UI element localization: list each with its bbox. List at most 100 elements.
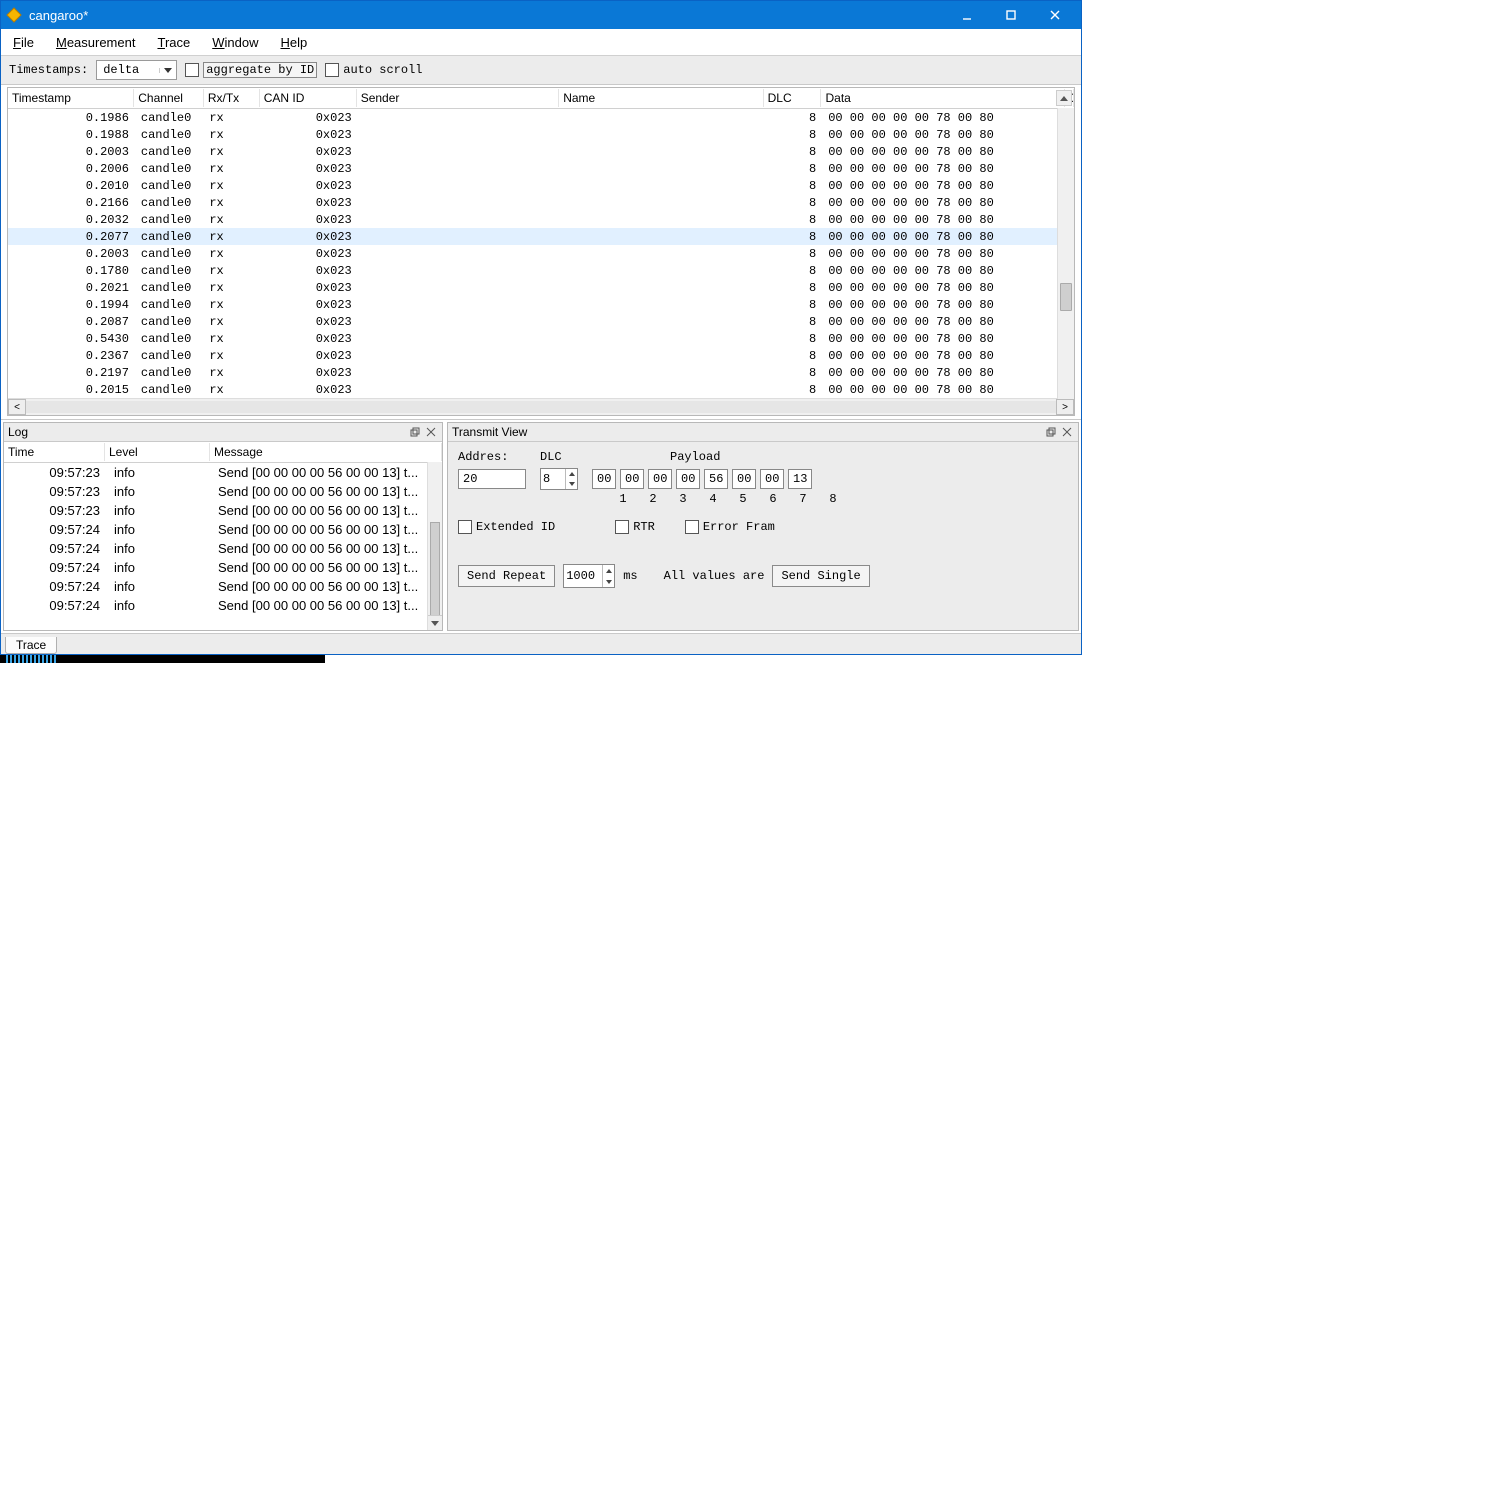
- trace-vscrollbar[interactable]: [1057, 108, 1074, 399]
- address-input[interactable]: [458, 469, 526, 489]
- autoscroll-checkbox[interactable]: auto scroll: [325, 63, 422, 77]
- aggregate-checkbox[interactable]: aggregate by ID: [185, 62, 317, 78]
- menu-window[interactable]: Window: [208, 33, 262, 52]
- table-row[interactable]: 0.2087candle0rx0x023800 00 00 00 00 78 0…: [8, 313, 1074, 330]
- error-frame-checkbox[interactable]: Error Fram: [685, 520, 775, 534]
- scroll-left-icon[interactable]: <: [8, 399, 26, 415]
- payload-byte-5[interactable]: [704, 469, 728, 489]
- table-row[interactable]: 0.1988candle0rx0x023800 00 00 00 00 78 0…: [8, 126, 1074, 143]
- col-rxtx[interactable]: Rx/Tx: [204, 89, 260, 107]
- timestamps-combo[interactable]: delta: [96, 60, 177, 80]
- list-item[interactable]: 09:57:23infoSend [00 00 00 00 56 00 00 1…: [4, 463, 442, 482]
- step-up-icon[interactable]: [602, 565, 614, 576]
- col-timestamp[interactable]: Timestamp: [8, 89, 134, 107]
- checkbox-icon: [685, 520, 699, 534]
- table-row[interactable]: 0.2021candle0rx0x023800 00 00 00 00 78 0…: [8, 279, 1074, 296]
- payload-byte-1[interactable]: [592, 469, 616, 489]
- bottom-tab-bar: Trace: [1, 633, 1081, 654]
- list-item[interactable]: 09:57:24infoSend [00 00 00 00 56 00 00 1…: [4, 577, 442, 596]
- menu-file[interactable]: File: [9, 33, 38, 52]
- table-row[interactable]: 0.2006candle0rx0x023800 00 00 00 00 78 0…: [8, 160, 1074, 177]
- step-up-icon[interactable]: [565, 469, 577, 479]
- col-data[interactable]: Data: [821, 89, 1065, 107]
- list-item[interactable]: 09:57:24infoSend [00 00 00 00 56 00 00 1…: [4, 596, 442, 615]
- list-item[interactable]: 09:57:24infoSend [00 00 00 00 56 00 00 1…: [4, 520, 442, 539]
- extended-id-checkbox[interactable]: Extended ID: [458, 520, 555, 534]
- close-icon[interactable]: [1060, 425, 1074, 439]
- address-label: Addres:: [458, 450, 540, 464]
- rtr-checkbox[interactable]: RTR: [615, 520, 655, 534]
- table-row[interactable]: 0.2032candle0rx0x023800 00 00 00 00 78 0…: [8, 211, 1074, 228]
- chevron-down-icon: [159, 68, 176, 73]
- step-down-icon[interactable]: [602, 576, 614, 587]
- table-row[interactable]: 0.5430candle0rx0x023800 00 00 00 00 78 0…: [8, 330, 1074, 347]
- scrollbar-track[interactable]: [26, 401, 1056, 413]
- table-row[interactable]: 0.2015candle0rx0x023800 00 00 00 00 78 0…: [8, 381, 1074, 398]
- menu-help[interactable]: Help: [276, 33, 311, 52]
- table-row[interactable]: 0.2010candle0rx0x023800 00 00 00 00 78 0…: [8, 177, 1074, 194]
- repeat-ms-stepper[interactable]: [563, 564, 615, 588]
- col-level[interactable]: Level: [105, 443, 210, 461]
- dlc-stepper[interactable]: [540, 468, 578, 490]
- log-vscrollbar[interactable]: [427, 462, 442, 630]
- payload-label: Payload: [670, 450, 720, 464]
- col-time[interactable]: Time: [4, 443, 105, 461]
- scroll-up-icon[interactable]: [1056, 90, 1072, 106]
- close-icon[interactable]: [424, 425, 438, 439]
- payload-byte-4[interactable]: [676, 469, 700, 489]
- trace-header: Timestamp Channel Rx/Tx CAN ID Sender Na…: [8, 88, 1074, 109]
- trace-hscrollbar[interactable]: < >: [8, 398, 1074, 415]
- send-single-button[interactable]: Send Single: [772, 565, 869, 587]
- checkbox-icon: [325, 63, 339, 77]
- trace-body: 0.1986candle0rx0x023800 00 00 00 00 78 0…: [8, 109, 1074, 398]
- dlc-input[interactable]: [541, 469, 565, 489]
- col-dlc[interactable]: DLC: [764, 89, 822, 107]
- close-button[interactable]: [1033, 1, 1077, 29]
- maximize-button[interactable]: [989, 1, 1033, 29]
- step-down-icon[interactable]: [565, 479, 577, 489]
- aggregate-label: aggregate by ID: [203, 62, 317, 78]
- col-message[interactable]: Message: [210, 443, 442, 461]
- table-row[interactable]: 0.2166candle0rx0x023800 00 00 00 00 78 0…: [8, 194, 1074, 211]
- table-row[interactable]: 0.2077candle0rx0x023800 00 00 00 00 78 0…: [8, 228, 1074, 245]
- timestamps-label: Timestamps:: [9, 63, 88, 77]
- table-row[interactable]: 0.1994candle0rx0x023800 00 00 00 00 78 0…: [8, 296, 1074, 313]
- scrollbar-thumb[interactable]: [430, 522, 440, 622]
- col-canid[interactable]: CAN ID: [260, 89, 357, 107]
- menu-measurement[interactable]: Measurement: [52, 33, 140, 52]
- scroll-right-icon[interactable]: >: [1056, 399, 1074, 415]
- send-repeat-button[interactable]: Send Repeat: [458, 565, 555, 587]
- menu-bar: File Measurement Trace Window Help: [1, 29, 1081, 56]
- list-item[interactable]: 09:57:23infoSend [00 00 00 00 56 00 00 1…: [4, 482, 442, 501]
- bottom-split: Log Time Level Message 09:57:23infoSend …: [1, 419, 1081, 633]
- col-sender[interactable]: Sender: [357, 89, 559, 107]
- payload-byte-2[interactable]: [620, 469, 644, 489]
- table-row[interactable]: 0.1780candle0rx0x023800 00 00 00 00 78 0…: [8, 262, 1074, 279]
- table-row[interactable]: 0.2197candle0rx0x023800 00 00 00 00 78 0…: [8, 364, 1074, 381]
- repeat-ms-input[interactable]: [564, 565, 602, 587]
- table-row[interactable]: 0.1986candle0rx0x023800 00 00 00 00 78 0…: [8, 109, 1074, 126]
- col-name[interactable]: Name: [559, 89, 763, 107]
- scroll-down-icon[interactable]: [428, 615, 442, 630]
- undock-icon[interactable]: [408, 425, 422, 439]
- tab-trace[interactable]: Trace: [5, 637, 57, 654]
- taskbar-fragment: [0, 655, 325, 663]
- table-row[interactable]: 0.2003candle0rx0x023800 00 00 00 00 78 0…: [8, 143, 1074, 160]
- table-row[interactable]: 0.2367candle0rx0x023800 00 00 00 00 78 0…: [8, 347, 1074, 364]
- payload-byte-7[interactable]: [760, 469, 784, 489]
- menu-trace[interactable]: Trace: [153, 33, 194, 52]
- table-row[interactable]: 0.2003candle0rx0x023800 00 00 00 00 78 0…: [8, 245, 1074, 262]
- minimize-button[interactable]: [945, 1, 989, 29]
- rtr-label: RTR: [633, 520, 655, 534]
- list-item[interactable]: 09:57:24infoSend [00 00 00 00 56 00 00 1…: [4, 539, 442, 558]
- payload-byte-6[interactable]: [732, 469, 756, 489]
- scrollbar-thumb[interactable]: [1060, 283, 1072, 311]
- checkbox-icon: [458, 520, 472, 534]
- all-values-label: All values are: [664, 569, 765, 583]
- undock-icon[interactable]: [1044, 425, 1058, 439]
- list-item[interactable]: 09:57:23infoSend [00 00 00 00 56 00 00 1…: [4, 501, 442, 520]
- col-channel[interactable]: Channel: [134, 89, 204, 107]
- payload-byte-8[interactable]: [788, 469, 812, 489]
- list-item[interactable]: 09:57:24infoSend [00 00 00 00 56 00 00 1…: [4, 558, 442, 577]
- payload-byte-3[interactable]: [648, 469, 672, 489]
